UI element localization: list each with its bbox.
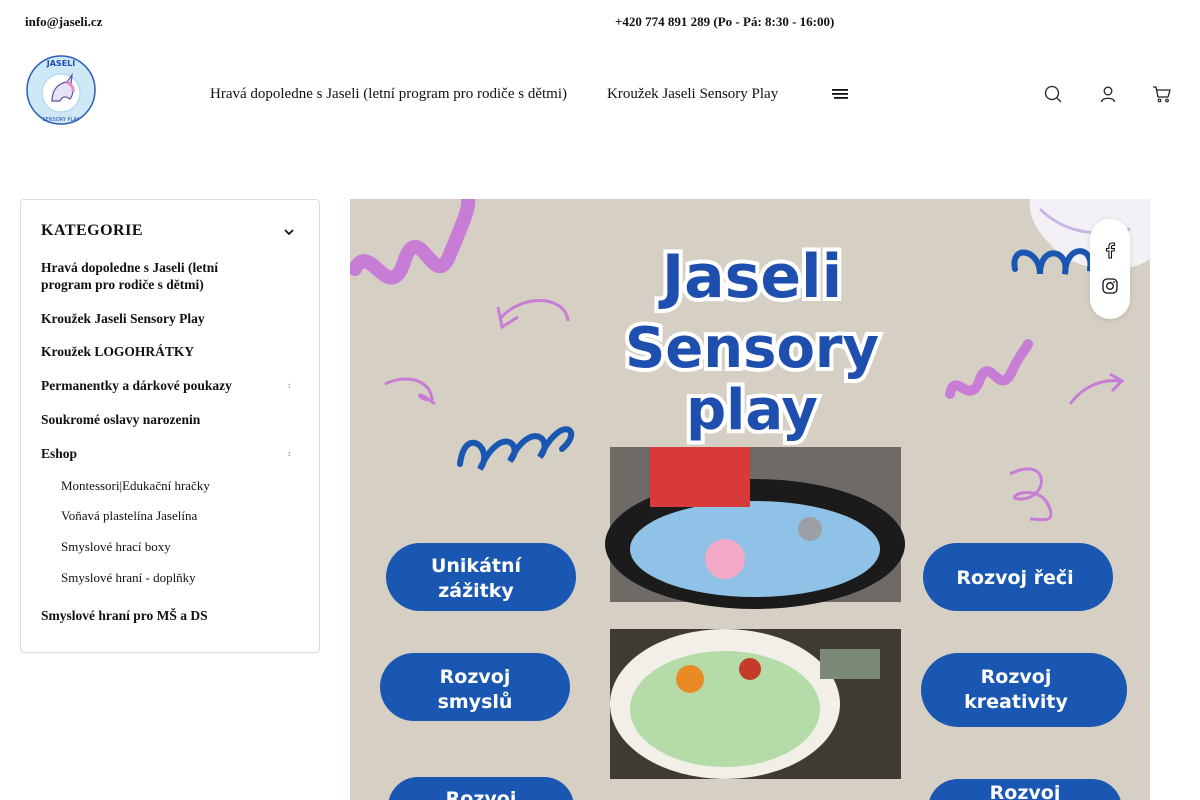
facebook-icon[interactable] [1101, 241, 1119, 259]
top-contact-bar: info@jaseli.cz +420 774 891 289 (Po - Pá… [0, 0, 1200, 42]
pill-text: Rozvoj [446, 788, 517, 800]
social-links [1090, 219, 1130, 319]
contact-email[interactable]: info@jaseli.cz [25, 14, 102, 30]
sidebar-item-eshop[interactable]: Eshop [41, 445, 261, 462]
chevron-down-icon[interactable] [283, 226, 295, 238]
sidebar-item-oslavy[interactable]: Soukromé oslavy narozenin [41, 411, 261, 428]
banner-title-line-2: Sensory [625, 316, 879, 381]
sidebar-item-krouzek-sensory[interactable]: Kroužek Jaseli Sensory Play [41, 310, 261, 327]
pill-text: Rozvoj [981, 666, 1052, 688]
pill-text: Rozvoj řeči [956, 567, 1073, 589]
user-account-icon[interactable] [1098, 84, 1118, 104]
banner-graphic: Jaseli Jaseli Sensory Sensory play play [350, 199, 1150, 800]
nav-link-krouzek[interactable]: Kroužek Jaseli Sensory Play [607, 86, 778, 103]
category-sidebar: KATEGORIE Hravá dopoledne s Jaseli (letn… [20, 199, 320, 653]
expand-toggle-icon[interactable]: ↕ [287, 449, 291, 458]
sidebar-item-logohratky[interactable]: Kroužek LOGOHRÁTKY [41, 343, 261, 360]
menu-icon[interactable] [830, 86, 850, 102]
sidebar-subitem-doplnky[interactable]: Smyslové hraní - doplňky [61, 569, 196, 586]
sidebar-item-ms-ds[interactable]: Smyslové hraní pro MŠ a DS [41, 607, 261, 624]
sidebar-subitem-hraci-boxy[interactable]: Smyslové hrací boxy [61, 538, 171, 555]
cart-icon[interactable] [1152, 84, 1172, 104]
instagram-icon[interactable] [1101, 277, 1119, 295]
pill-text: kreativity [964, 691, 1068, 713]
pill-rozvoj-kreativity [921, 653, 1127, 727]
sidebar-item-hrava-dopoledne[interactable]: Hravá dopoledne s Jaseli (letní program … [41, 259, 261, 293]
hero-banner[interactable]: Jaseli Jaseli Sensory Sensory play play [350, 199, 1150, 800]
sidebar-item-permanentky[interactable]: Permanentky a dárkové poukazy [41, 377, 281, 394]
site-logo[interactable]: JASELI SENSORY PLAY [26, 55, 96, 125]
photo-sensory-tray [605, 447, 905, 609]
svg-text:JASELI: JASELI [46, 59, 75, 68]
svg-text:SENSORY PLAY: SENSORY PLAY [43, 117, 81, 123]
pill-text: Rozvoj [990, 782, 1061, 800]
contact-phone[interactable]: +420 774 891 289 (Po - Pá: 8:30 - 16:00) [615, 14, 834, 30]
search-icon[interactable] [1043, 84, 1063, 104]
pill-text: smyslů [438, 690, 513, 713]
pill-text: Unikátní [431, 555, 523, 577]
sidebar-subitem-montessori[interactable]: Montessori|Edukační hračky [61, 477, 210, 494]
expand-toggle-icon[interactable]: ↕ [287, 381, 291, 390]
banner-title-line-3: play [686, 378, 818, 443]
sidebar-title: KATEGORIE [41, 222, 143, 239]
sidebar-subitem-plastelina[interactable]: Voňavá plastelína Jaselína [61, 507, 197, 524]
pill-text: Rozvoj [440, 666, 511, 688]
nav-link-hrava-dopoledne[interactable]: Hravá dopoledne s Jaseli (letní program … [210, 86, 567, 103]
photo-farm-tray [610, 629, 901, 779]
pill-text: zážitky [438, 580, 514, 602]
banner-title-line-1: Jaseli [658, 242, 842, 312]
